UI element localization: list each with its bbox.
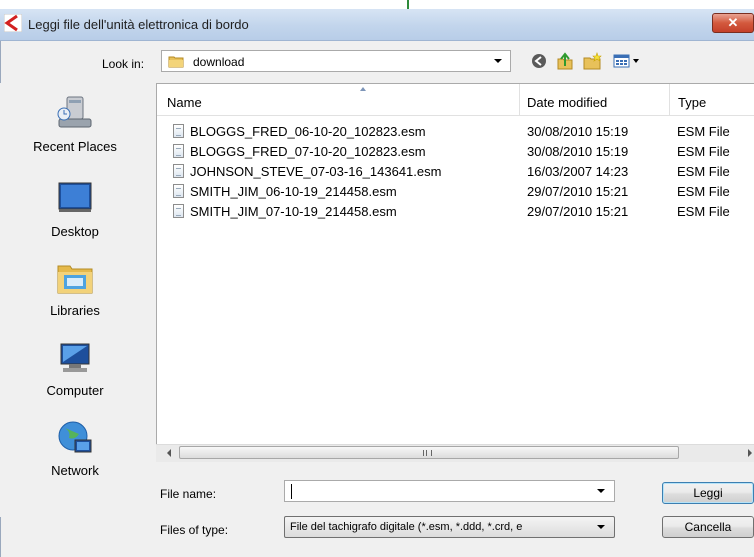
cancel-button[interactable]: Cancella xyxy=(662,516,754,538)
file-type: ESM File xyxy=(677,144,730,159)
column-header: Name Date modified Type xyxy=(157,84,754,116)
place-computer[interactable]: Computer xyxy=(0,338,150,398)
sort-ascending-icon xyxy=(360,87,366,91)
file-type: ESM File xyxy=(677,164,730,179)
file-type: ESM File xyxy=(677,184,730,199)
look-in-dropdown[interactable]: download xyxy=(161,50,511,72)
file-row[interactable]: SMITH_JIM_07-10-19_214458.esm 29/07/2010… xyxy=(157,202,754,221)
file-name: BLOGGS_FRED_07-10-20_102823.esm xyxy=(190,144,426,159)
file-type: ESM File xyxy=(677,124,730,139)
file-type-dropdown[interactable]: File del tachigrafo digitale (*.esm, *.d… xyxy=(284,516,615,538)
column-divider[interactable] xyxy=(519,84,520,115)
column-divider[interactable] xyxy=(669,84,670,115)
chevron-down-icon[interactable] xyxy=(597,525,605,529)
file-name-label: File name: xyxy=(160,487,217,501)
window-title: Leggi file dell'unità elettronica di bor… xyxy=(28,17,249,32)
recent-places-icon xyxy=(57,96,92,128)
scroll-left-icon[interactable] xyxy=(167,449,171,457)
computer-icon xyxy=(60,343,90,372)
file-date: 29/07/2010 15:21 xyxy=(527,184,629,199)
file-icon xyxy=(173,184,184,198)
places-bar: Recent Places Desktop Libraries Computer xyxy=(0,83,150,517)
look-in-label: Look in: xyxy=(102,57,145,71)
place-network[interactable]: Network xyxy=(0,418,150,478)
file-icon xyxy=(173,204,184,218)
view-menu-icon[interactable] xyxy=(612,51,642,71)
up-folder-icon[interactable] xyxy=(555,51,575,71)
column-date-modified[interactable]: Date modified xyxy=(527,95,607,110)
folder-icon xyxy=(168,56,184,68)
file-name: SMITH_JIM_06-10-19_214458.esm xyxy=(190,184,397,199)
close-button[interactable]: ✕ xyxy=(712,13,754,33)
file-row[interactable]: SMITH_JIM_06-10-19_214458.esm 29/07/2010… xyxy=(157,182,754,201)
background-strip xyxy=(0,0,754,9)
open-button[interactable]: Leggi xyxy=(662,482,754,504)
file-name-input[interactable] xyxy=(284,480,615,502)
file-name: BLOGGS_FRED_06-10-20_102823.esm xyxy=(190,124,426,139)
file-type-label: Files of type: xyxy=(160,523,229,537)
file-type: ESM File xyxy=(677,204,730,219)
chevron-down-icon[interactable] xyxy=(597,489,605,493)
place-label: Libraries xyxy=(50,303,100,318)
new-folder-icon[interactable] xyxy=(582,51,604,71)
place-desktop[interactable]: Desktop xyxy=(0,179,150,239)
desktop-icon xyxy=(58,182,92,212)
libraries-icon xyxy=(57,265,93,294)
background-marker xyxy=(407,0,409,9)
place-label: Computer xyxy=(46,383,104,398)
back-icon[interactable] xyxy=(530,51,548,71)
file-type-value: File del tachigrafo digitale (*.esm, *.d… xyxy=(290,521,523,533)
app-logo-icon xyxy=(4,14,22,32)
file-list[interactable]: Name Date modified Type BLOGGS_FRED_06-1… xyxy=(156,83,754,457)
file-row[interactable]: JOHNSON_STEVE_07-03-16_143641.esm 16/03/… xyxy=(157,162,754,181)
file-icon xyxy=(173,164,184,178)
file-row[interactable]: BLOGGS_FRED_07-10-20_102823.esm 30/08/20… xyxy=(157,142,754,161)
place-libraries[interactable]: Libraries xyxy=(0,258,150,318)
file-date: 16/03/2007 14:23 xyxy=(527,164,629,179)
place-label: Network xyxy=(51,463,99,478)
column-name[interactable]: Name xyxy=(167,95,202,110)
file-icon xyxy=(173,124,184,138)
scroll-thumb[interactable] xyxy=(179,446,679,459)
horizontal-scrollbar[interactable] xyxy=(156,444,754,462)
text-cursor xyxy=(291,484,292,499)
scroll-right-icon[interactable] xyxy=(748,449,752,457)
place-label: Recent Places xyxy=(33,139,117,154)
file-row[interactable]: BLOGGS_FRED_06-10-20_102823.esm 30/08/20… xyxy=(157,122,754,141)
file-date: 29/07/2010 15:21 xyxy=(527,204,629,219)
network-icon xyxy=(58,421,92,453)
place-label: Desktop xyxy=(51,224,99,239)
chevron-down-icon[interactable] xyxy=(494,59,502,63)
file-icon xyxy=(173,144,184,158)
file-date: 30/08/2010 15:19 xyxy=(527,124,629,139)
file-date: 30/08/2010 15:19 xyxy=(527,144,629,159)
column-type[interactable]: Type xyxy=(678,95,706,110)
file-name: JOHNSON_STEVE_07-03-16_143641.esm xyxy=(190,164,442,179)
grip-icon xyxy=(423,450,432,456)
place-recent-places[interactable]: Recent Places xyxy=(0,94,150,154)
look-in-value: download xyxy=(193,55,245,69)
file-name: SMITH_JIM_07-10-19_214458.esm xyxy=(190,204,397,219)
